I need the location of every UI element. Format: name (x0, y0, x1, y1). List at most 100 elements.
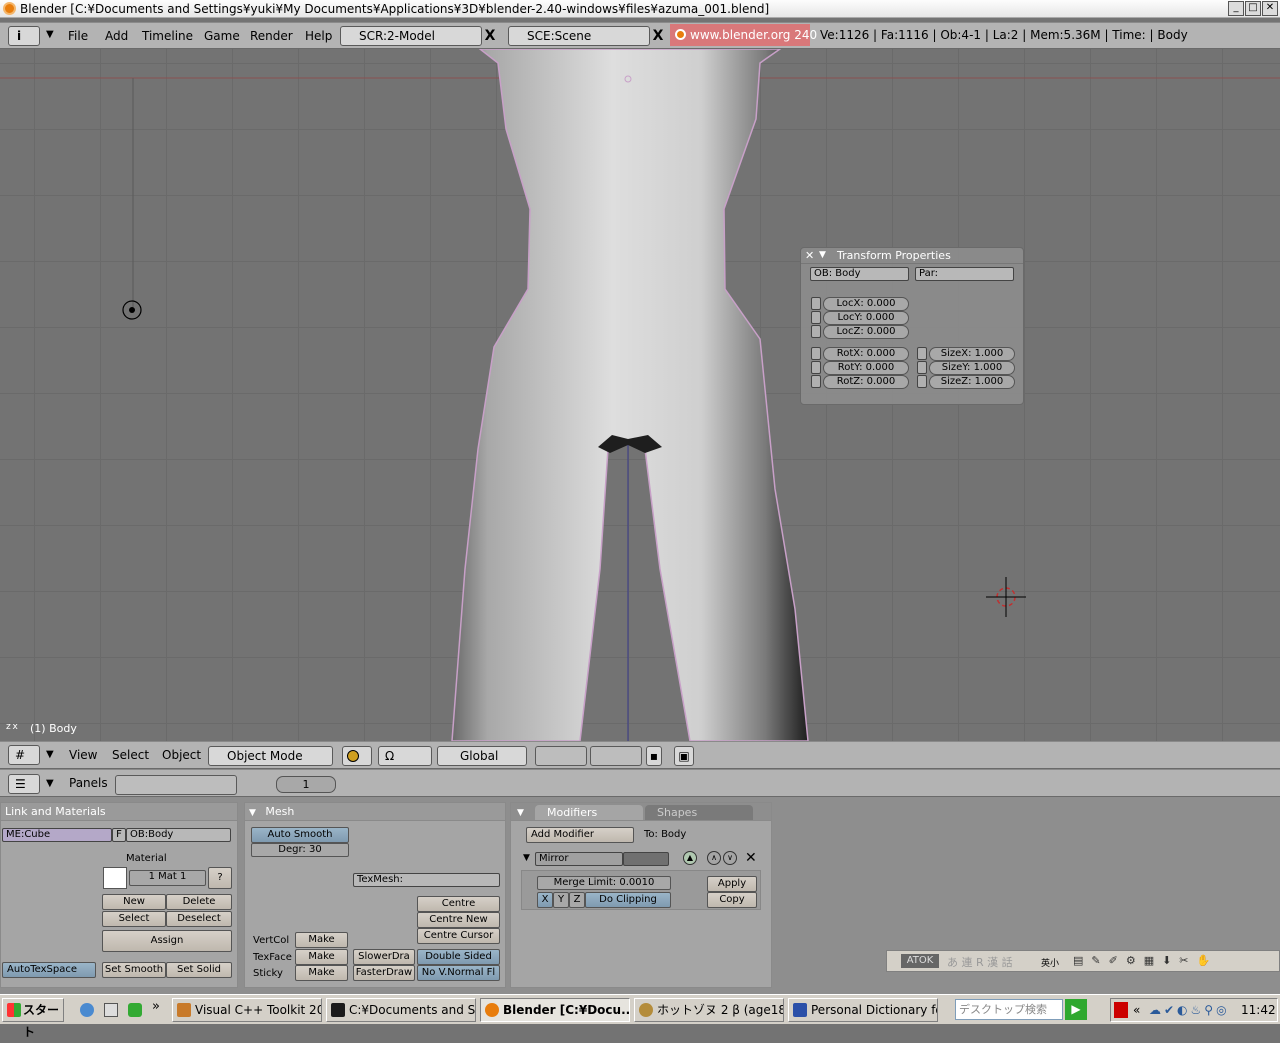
ie-quicklaunch-icon[interactable] (80, 1003, 94, 1017)
menu-view[interactable]: View (69, 742, 97, 768)
tab-shapes[interactable]: Shapes (645, 805, 753, 820)
atok-modes[interactable]: あ 連 R 漢 話 (947, 954, 1013, 970)
make-vertcol-button[interactable]: Make (295, 932, 348, 948)
menu-add[interactable]: Add (105, 23, 128, 48)
mirror-modifier-name[interactable]: Mirror (535, 852, 623, 866)
mirror-axis-z[interactable]: Z (569, 892, 585, 908)
lock-icon[interactable] (811, 325, 821, 338)
menu-render[interactable]: Render (250, 23, 293, 48)
double-sided-toggle[interactable]: Double Sided (417, 949, 500, 965)
lock-icon[interactable] (917, 361, 927, 374)
panel-collapse-icon[interactable]: ▼ (249, 808, 256, 818)
lock-icon[interactable] (811, 375, 821, 388)
material-color-swatch[interactable] (103, 867, 127, 889)
mode-selector[interactable]: Object Mode (208, 746, 333, 766)
degree-field[interactable]: Degr: 30 (251, 843, 349, 857)
menu-game[interactable]: Game (204, 23, 240, 48)
quicklaunch-overflow[interactable]: » (152, 999, 160, 1014)
frame-field[interactable]: 1 (276, 776, 336, 793)
make-sticky-button[interactable]: Make (295, 965, 348, 981)
ob-name-field[interactable]: OB: Body (810, 267, 909, 281)
editor-type-button[interactable]: i (8, 26, 40, 46)
delete-material-button[interactable]: Delete (166, 894, 232, 910)
orientation-selector[interactable]: Global (437, 746, 527, 766)
menu-collapse-icon[interactable]: ▼ (46, 778, 54, 789)
modifier-collapse-icon[interactable]: ▼ (523, 853, 530, 863)
autotexspace-toggle[interactable]: AutoTexSpace (2, 962, 96, 978)
move-up-icon[interactable]: ∧ (707, 851, 721, 865)
menu-file[interactable]: File (68, 23, 88, 48)
close-window-button[interactable]: ✕ (1262, 1, 1278, 16)
lock-icon[interactable] (811, 347, 821, 360)
delete-scene-button[interactable]: X (650, 27, 666, 45)
screen-selector[interactable]: SCR:2-Model (340, 26, 482, 46)
rotx-field[interactable]: RotX: 0.000 (823, 347, 909, 361)
menu-timeline[interactable]: Timeline (142, 23, 193, 48)
pivot-button[interactable]: Ω (378, 746, 432, 766)
menu-help[interactable]: Help (305, 23, 332, 48)
make-texface-button[interactable]: Make (295, 949, 348, 965)
start-button[interactable]: スタート (2, 998, 64, 1039)
modifier-display-toggles[interactable] (623, 852, 669, 866)
scene-selector[interactable]: SCE:Scene (508, 26, 650, 46)
search-go-icon[interactable]: ▶ (1065, 999, 1087, 1020)
locx-field[interactable]: LocX: 0.000 (823, 297, 909, 311)
lock-icon[interactable] (811, 361, 821, 374)
tab-modifiers[interactable]: Modifiers (535, 805, 643, 820)
body-mesh[interactable] (451, 49, 809, 741)
material-help-button[interactable]: ? (208, 867, 232, 889)
modifier-cage-icon[interactable]: ▲ (683, 851, 697, 865)
menu-select[interactable]: Select (112, 742, 149, 768)
delete-screen-button[interactable]: X (482, 27, 498, 45)
apply-modifier-button[interactable]: Apply (707, 876, 757, 892)
panel-collapse-icon[interactable]: ▼ (517, 808, 524, 818)
object-name-field[interactable]: OB:Body (126, 828, 231, 842)
atok-input-mode[interactable]: 英小 (1041, 956, 1059, 969)
mirror-axis-x[interactable]: X (537, 892, 553, 908)
taskbar-item[interactable]: C:¥Documents and Set... (326, 998, 476, 1022)
tray-icons[interactable]: ☁✔◐♨⚲◎ (1149, 999, 1230, 1021)
add-modifier-button[interactable]: Add Modifier (526, 827, 634, 843)
texmesh-field[interactable]: TexMesh: (353, 873, 500, 887)
assign-material-button[interactable]: Assign (102, 930, 232, 952)
draw-type-button[interactable] (342, 746, 372, 766)
3d-cursor-icon[interactable] (986, 577, 1026, 617)
locz-field[interactable]: LocZ: 0.000 (823, 325, 909, 339)
sizey-field[interactable]: SizeY: 1.000 (929, 361, 1015, 375)
new-material-button[interactable]: New (102, 894, 166, 910)
editor-type-button[interactable]: # (8, 745, 40, 765)
taskbar-item[interactable]: Visual C++ Toolkit 20... (172, 998, 322, 1022)
select-material-button[interactable]: Select (102, 911, 166, 927)
material-index-field[interactable]: 1 Mat 1 (129, 870, 206, 886)
layers-button-group-1[interactable] (535, 746, 587, 766)
context-buttons[interactable] (115, 775, 237, 795)
lock-icon[interactable] (917, 375, 927, 388)
sizez-field[interactable]: SizeZ: 1.000 (929, 375, 1015, 389)
taskbar-item[interactable]: ホットゾヌ 2 β (age18) (634, 998, 784, 1022)
move-down-icon[interactable]: ∨ (723, 851, 737, 865)
app-quicklaunch-icon[interactable] (128, 1003, 142, 1017)
roty-field[interactable]: RotY: 0.000 (823, 361, 909, 375)
lock-icon[interactable] (811, 297, 821, 310)
locy-field[interactable]: LocY: 0.000 (823, 311, 909, 325)
panel-collapse-icon[interactable]: ▼ (819, 250, 826, 260)
minimize-button[interactable]: _ (1228, 1, 1244, 16)
deselect-material-button[interactable]: Deselect (166, 911, 232, 927)
set-smooth-button[interactable]: Set Smooth (102, 962, 166, 978)
rotz-field[interactable]: RotZ: 0.000 (823, 375, 909, 389)
menu-collapse-icon[interactable]: ▼ (46, 749, 54, 760)
set-solid-button[interactable]: Set Solid (166, 962, 232, 978)
lamp-icon[interactable] (122, 300, 142, 320)
lock-icon[interactable] (917, 347, 927, 360)
fake-user-button[interactable]: F (112, 828, 126, 842)
sizex-field[interactable]: SizeX: 1.000 (929, 347, 1015, 361)
layers-button-group-2[interactable] (590, 746, 642, 766)
maximize-button[interactable]: □ (1245, 1, 1261, 16)
menu-collapse-icon[interactable]: ▼ (46, 29, 54, 40)
remove-modifier-icon[interactable]: ✕ (745, 850, 757, 866)
panel-close-icon[interactable]: ✕ (805, 249, 814, 262)
no-vnormal-flip-toggle[interactable]: No V.Normal Fl (417, 965, 500, 981)
lock-layers-icon[interactable]: ▪ (646, 746, 662, 766)
desktop-quicklaunch-icon[interactable] (104, 1003, 118, 1017)
tray-expand[interactable]: « (1133, 999, 1140, 1021)
